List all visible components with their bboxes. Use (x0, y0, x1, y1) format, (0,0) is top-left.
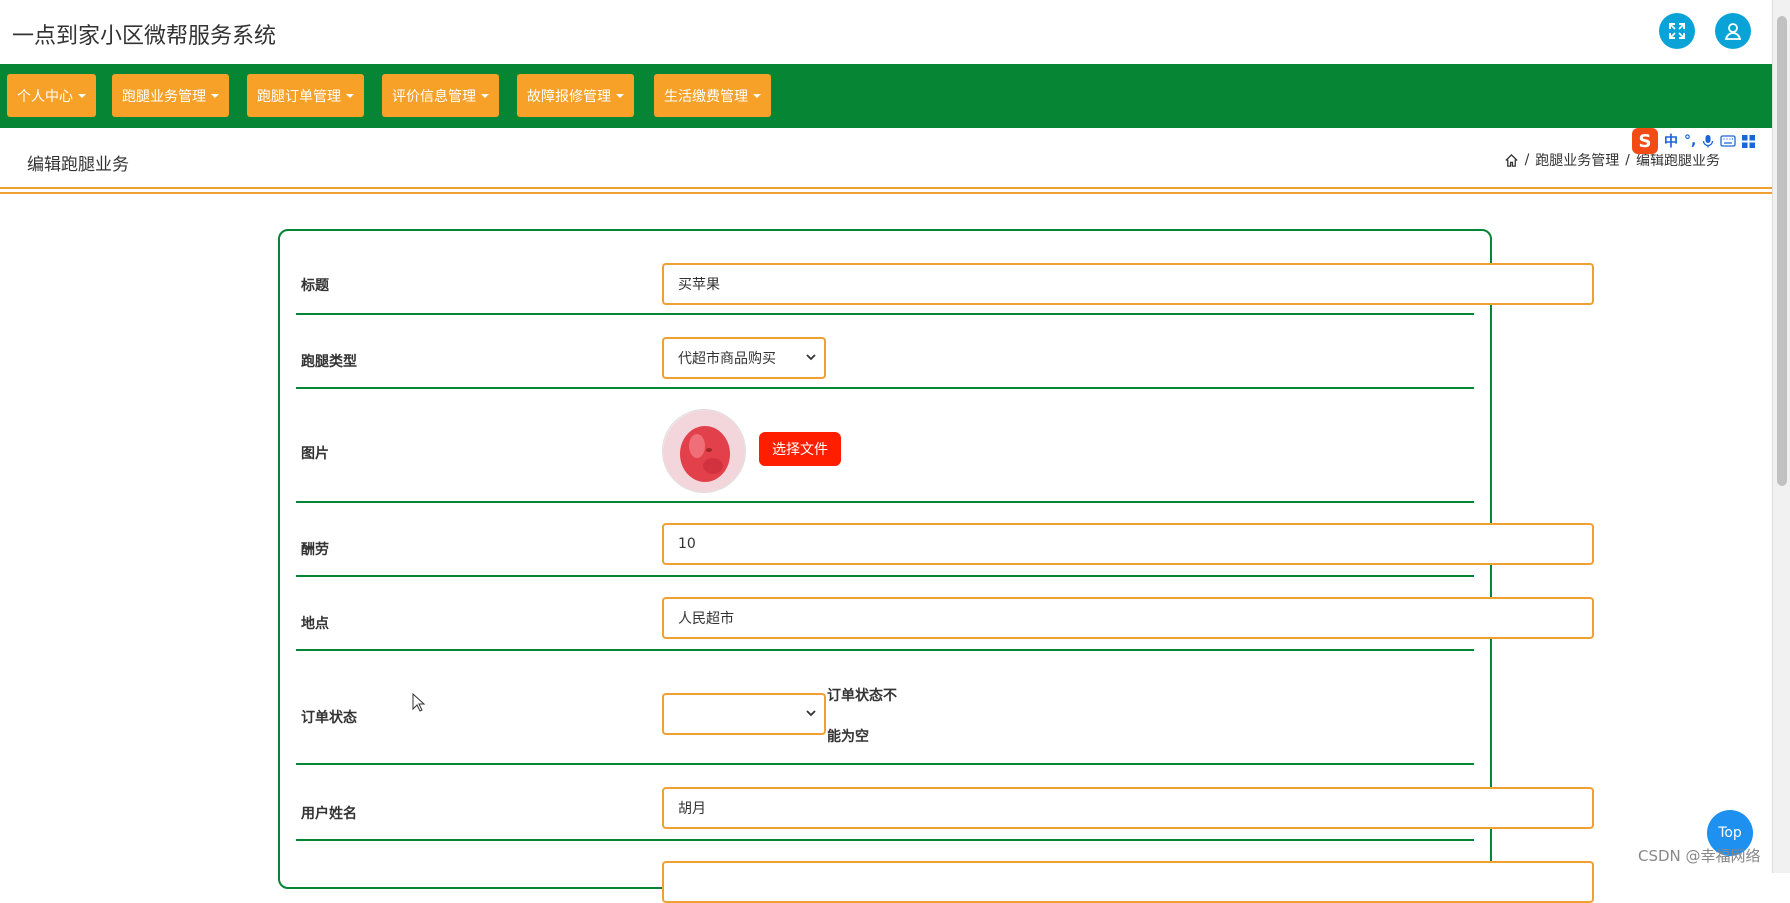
field-label: 跑腿类型 (301, 354, 357, 370)
form-row-status: 订单状态 订单状态不 能为空 (296, 651, 1474, 765)
form-row-fee: 酬劳 10 (296, 503, 1594, 577)
form-row-next (296, 841, 1594, 903)
apple-image (662, 409, 746, 493)
form-row-title: 标题 买苹果 (296, 231, 1594, 315)
app-title: 一点到家小区微帮服务系统 (12, 24, 277, 49)
nav-item-errand-orders[interactable]: 跑腿订单管理 (247, 74, 364, 117)
nav-item-label: 跑腿订单管理 (257, 88, 341, 105)
nav-item-bill-payment[interactable]: 生活缴费管理 (654, 74, 771, 117)
nav-item-errand-business[interactable]: 跑腿业务管理 (112, 74, 229, 117)
field-label: 图片 (301, 446, 329, 462)
breadcrumb-parent-link[interactable]: 跑腿业务管理 (1535, 150, 1619, 170)
caret-down-icon (211, 93, 219, 98)
breadcrumb-separator: / (1625, 152, 1630, 168)
field-label: 订单状态 (301, 710, 357, 726)
form-row-type: 跑腿类型 代超市商品购买 (296, 315, 1474, 389)
field-label: 酬劳 (301, 542, 329, 558)
divider (0, 187, 1772, 189)
form-row-location: 地点 人民超市 (296, 577, 1594, 651)
order-status-select[interactable] (662, 693, 826, 735)
nav-item-label: 评价信息管理 (392, 88, 476, 105)
nav-item-label: 跑腿业务管理 (122, 88, 206, 105)
nav-item-repairs[interactable]: 故障报修管理 (517, 74, 634, 117)
fee-input[interactable]: 10 (662, 523, 1594, 565)
validation-error-line2: 能为空 (827, 729, 869, 745)
location-input[interactable]: 人民超市 (662, 597, 1594, 639)
breadcrumb-bar: 编辑跑腿业务 / 跑腿业务管理 / 编辑跑腿业务 (0, 128, 1772, 188)
errand-type-select[interactable]: 代超市商品购买 (662, 337, 826, 379)
field-label: 用户姓名 (301, 806, 357, 822)
user-button[interactable] (1715, 13, 1751, 49)
page-title: 编辑跑腿业务 (27, 155, 129, 175)
field-label: 标题 (301, 278, 329, 294)
form-row-username: 用户姓名 胡月 (296, 765, 1594, 841)
caret-down-icon (753, 93, 761, 98)
caret-down-icon (78, 93, 86, 98)
nav-item-label: 生活缴费管理 (664, 88, 748, 105)
watermark: CSDN @幸福网络 (1638, 847, 1761, 865)
ime-mode[interactable]: 中 (1664, 131, 1678, 151)
keyboard-icon[interactable] (1720, 135, 1736, 147)
validation-error-line1: 订单状态不 (827, 688, 897, 704)
nav-item-reviews[interactable]: 评价信息管理 (382, 74, 499, 117)
microphone-icon[interactable] (1702, 134, 1714, 148)
chevron-down-icon (806, 710, 816, 717)
nav-item-label: 个人中心 (17, 88, 73, 105)
top-header: 一点到家小区微帮服务系统 (0, 0, 1772, 64)
home-icon[interactable] (1504, 153, 1519, 168)
mouse-cursor-icon (412, 693, 426, 712)
grid-menu-icon[interactable] (1742, 134, 1756, 148)
caret-down-icon (616, 93, 624, 98)
divider (0, 192, 1772, 194)
ime-toolbar[interactable]: S 中 °, (1628, 128, 1772, 154)
scrollbar-thumb[interactable] (1777, 16, 1787, 486)
main-nav: 个人中心 跑腿业务管理 跑腿订单管理 评价信息管理 故障报修管理 生活缴费管理 (0, 64, 1772, 128)
page-scrollbar[interactable] (1772, 0, 1790, 873)
edit-form: 标题 买苹果 跑腿类型 代超市商品购买 图片 选择文件 酬劳 10 地点 人民超… (278, 229, 1594, 903)
caret-down-icon (481, 93, 489, 98)
caret-down-icon (346, 93, 354, 98)
choose-file-button[interactable]: 选择文件 (759, 432, 841, 466)
username-input[interactable]: 胡月 (662, 787, 1594, 829)
form-row-image: 图片 选择文件 (296, 389, 1474, 503)
chevron-down-icon (806, 354, 816, 361)
select-value: 代超市商品购买 (678, 351, 776, 367)
nav-item-label: 故障报修管理 (527, 88, 611, 105)
fullscreen-icon (1669, 23, 1685, 39)
nav-item-personal-center[interactable]: 个人中心 (7, 74, 96, 117)
fullscreen-button[interactable] (1659, 13, 1695, 49)
field-label: 地点 (301, 616, 329, 632)
title-input[interactable]: 买苹果 (662, 263, 1594, 305)
user-icon (1724, 23, 1742, 40)
ime-punct[interactable]: °, (1684, 133, 1696, 149)
next-input[interactable] (662, 861, 1594, 903)
ime-logo-icon: S (1632, 128, 1658, 154)
breadcrumb-separator: / (1524, 152, 1530, 168)
